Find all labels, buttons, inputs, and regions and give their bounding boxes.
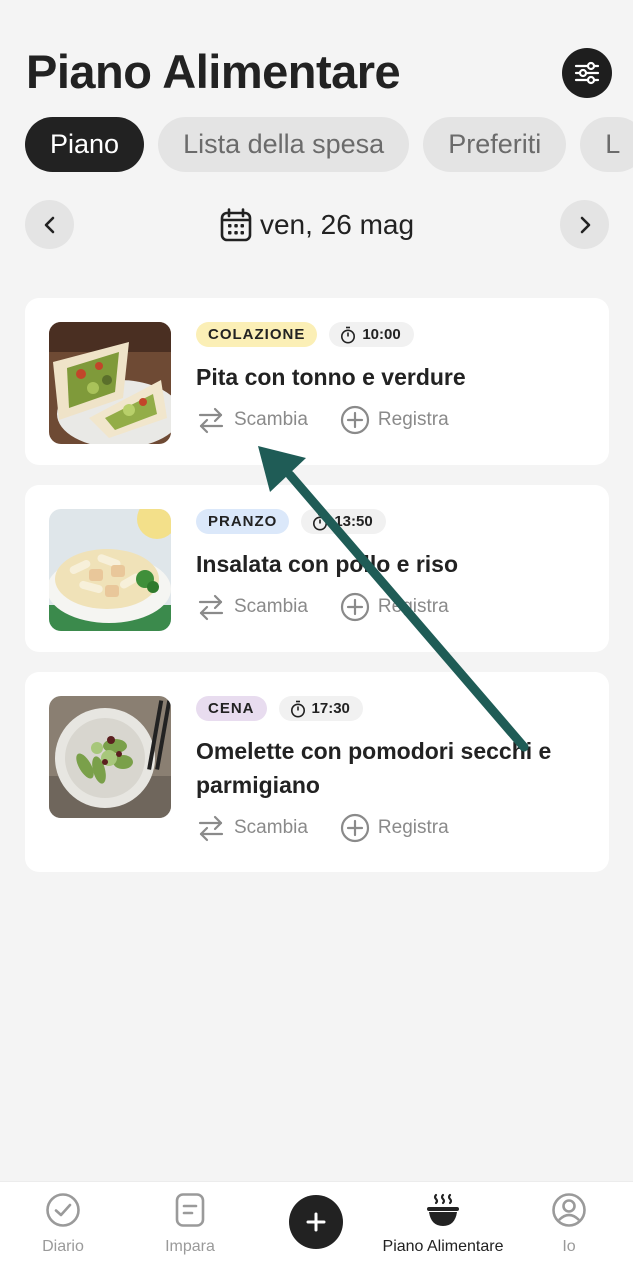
meal-photo-pita: [49, 322, 171, 444]
meal-type-badge: PRANZO: [196, 509, 290, 534]
swap-label: Scambia: [234, 817, 308, 838]
swap-button[interactable]: Scambia: [196, 592, 308, 622]
sliders-icon: [574, 61, 600, 85]
meal-type-badge: COLAZIONE: [196, 322, 318, 347]
date-navigator: ven, 26 mag: [25, 200, 609, 250]
meal-time: 17:30: [311, 700, 350, 717]
meal-time-chip[interactable]: 13:50: [301, 509, 386, 534]
filter-settings-button[interactable]: [562, 48, 612, 98]
calendar-icon: [220, 208, 252, 242]
document-icon: [175, 1193, 205, 1227]
meal-time-chip[interactable]: 17:30: [278, 696, 363, 721]
nav-item-io[interactable]: Io: [509, 1192, 629, 1256]
chevron-right-icon: [580, 216, 590, 233]
stopwatch-icon: [313, 513, 328, 530]
check-circle-icon: [46, 1193, 80, 1227]
tab-overflow[interactable]: L: [580, 117, 633, 172]
tab-lista-della-spesa[interactable]: Lista della spesa: [158, 117, 410, 172]
meal-photo-insalata: [49, 509, 171, 631]
food-bowl-icon: [427, 1193, 459, 1226]
meal-photo-omelette: [49, 696, 171, 818]
meal-time-chip[interactable]: 10:00: [329, 322, 414, 347]
meal-card-cena[interactable]: CENA 17:30 Omelette con pomodori secchi …: [25, 672, 609, 872]
swap-label: Scambia: [234, 596, 308, 617]
add-circle-icon: [340, 813, 370, 843]
add-button[interactable]: [289, 1195, 343, 1249]
user-profile-icon: [552, 1193, 586, 1227]
meal-card-pranzo[interactable]: PRANZO 13:50 Insalata con pollo e riso S…: [25, 485, 609, 652]
meal-name: Pita con tonno e verdure: [196, 364, 466, 390]
meal-time: 13:50: [334, 513, 373, 530]
log-button[interactable]: Registra: [340, 592, 449, 622]
tab-preferiti[interactable]: Preferiti: [423, 117, 567, 172]
bottom-navigation: Diario Impara Piano Alimentare Io: [0, 1181, 633, 1280]
tab-bar: Piano Lista della spesa Preferiti L: [25, 117, 633, 172]
meal-name: Insalata con pollo e riso: [196, 551, 459, 577]
nav-label-io: Io: [562, 1238, 576, 1255]
log-label: Registra: [377, 596, 449, 617]
tab-piano[interactable]: Piano: [25, 117, 145, 172]
stopwatch-icon: [290, 700, 305, 717]
meal-time: 10:00: [362, 326, 401, 343]
page-title: Piano Alimentare: [26, 45, 401, 98]
log-button[interactable]: Registra: [340, 405, 449, 435]
swap-button[interactable]: Scambia: [196, 405, 308, 435]
nav-item-piano-alimentare[interactable]: Piano Alimentare: [382, 1192, 504, 1256]
nav-label-diario: Diario: [42, 1238, 84, 1255]
nav-label-impara: Impara: [165, 1238, 215, 1255]
swap-arrows-icon: [198, 594, 224, 621]
date-text: ven, 26 mag: [259, 209, 415, 240]
log-button[interactable]: Registra: [340, 813, 449, 843]
meal-type-badge: CENA: [196, 696, 267, 721]
nav-label-piano-alimentare: Piano Alimentare: [382, 1238, 504, 1255]
next-day-button[interactable]: [560, 200, 609, 249]
swap-arrows-icon: [198, 407, 224, 434]
stopwatch-icon: [341, 326, 356, 343]
swap-label: Scambia: [234, 409, 308, 430]
add-circle-icon: [340, 592, 370, 622]
log-label: Registra: [377, 409, 449, 430]
swap-button[interactable]: Scambia: [196, 813, 308, 843]
nav-item-impara[interactable]: Impara: [130, 1192, 250, 1256]
date-display[interactable]: ven, 26 mag: [25, 204, 609, 246]
plus-icon: [306, 1212, 326, 1232]
meal-name: Omelette con pomodori secchi e parmigian…: [196, 738, 552, 798]
swap-arrows-icon: [198, 815, 224, 842]
meal-card-colazione[interactable]: COLAZIONE 10:00 Pita con tonno e verdure…: [25, 298, 609, 465]
nav-item-diario[interactable]: Diario: [3, 1192, 123, 1256]
log-label: Registra: [377, 817, 449, 838]
add-circle-icon: [340, 405, 370, 435]
